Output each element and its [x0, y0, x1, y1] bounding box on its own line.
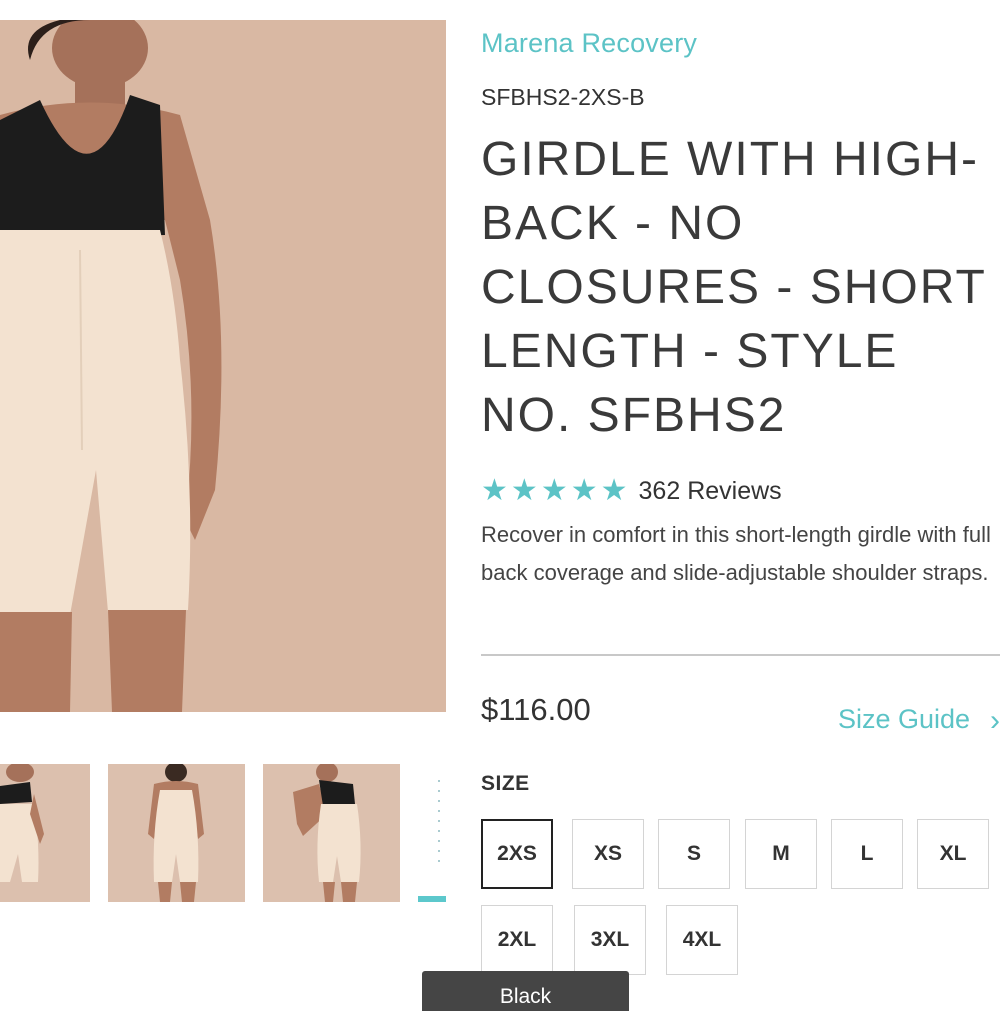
chevron-right-icon: ›: [990, 704, 1000, 737]
thumbnail-1[interactable]: [0, 764, 90, 902]
color-tooltip: Black: [422, 971, 629, 1011]
thumbnail-photo-side: [263, 764, 400, 902]
product-title: GIRDLE WITH HIGH-BACK - NO CLOSURES - SH…: [481, 133, 986, 442]
size-section-label: SIZE: [481, 772, 530, 795]
size-option-m[interactable]: M: [745, 819, 817, 889]
size-guide-link[interactable]: Size Guide ›: [838, 704, 1000, 737]
thumbnail-2[interactable]: [108, 764, 245, 902]
star-icon: ★: [510, 473, 538, 508]
divider: [481, 654, 1000, 656]
brand-name[interactable]: Marena Recovery: [481, 28, 697, 59]
size-option-l[interactable]: L: [831, 819, 903, 889]
star-icon: ★: [570, 473, 598, 508]
product-price: $116.00: [481, 692, 591, 727]
star-icon: ★: [481, 473, 508, 508]
main-product-image[interactable]: [0, 20, 446, 712]
size-option-4xl[interactable]: 4XL: [666, 905, 738, 975]
thumbnail-active-indicator: [418, 896, 446, 902]
size-option-xl[interactable]: XL: [917, 819, 989, 889]
product-sku: SFBHS2-2XS-B: [481, 84, 645, 110]
size-guide-label: Size Guide: [838, 704, 971, 734]
size-option-xs[interactable]: XS: [572, 819, 644, 889]
product-rating[interactable]: ★ ★ ★ ★ ★ 362 Reviews: [481, 474, 782, 508]
size-option-s[interactable]: S: [658, 819, 730, 889]
reviews-count[interactable]: 362 Reviews: [639, 477, 782, 506]
product-description: Recover in comfort in this short-length …: [481, 522, 991, 585]
thumbnail-4[interactable]: [418, 764, 446, 902]
thumbnail-photo-back: [108, 764, 245, 902]
thumbnail-placeholder: [438, 780, 441, 870]
size-option-3xl[interactable]: 3XL: [574, 905, 646, 975]
size-option-2xs[interactable]: 2XS: [481, 819, 553, 889]
star-icon: ★: [540, 473, 568, 508]
size-option-2xl[interactable]: 2XL: [481, 905, 553, 975]
model-photo: [0, 20, 446, 712]
star-icon: ★: [600, 473, 628, 508]
thumbnail-3[interactable]: [263, 764, 400, 902]
thumbnail-photo-front: [0, 764, 90, 902]
